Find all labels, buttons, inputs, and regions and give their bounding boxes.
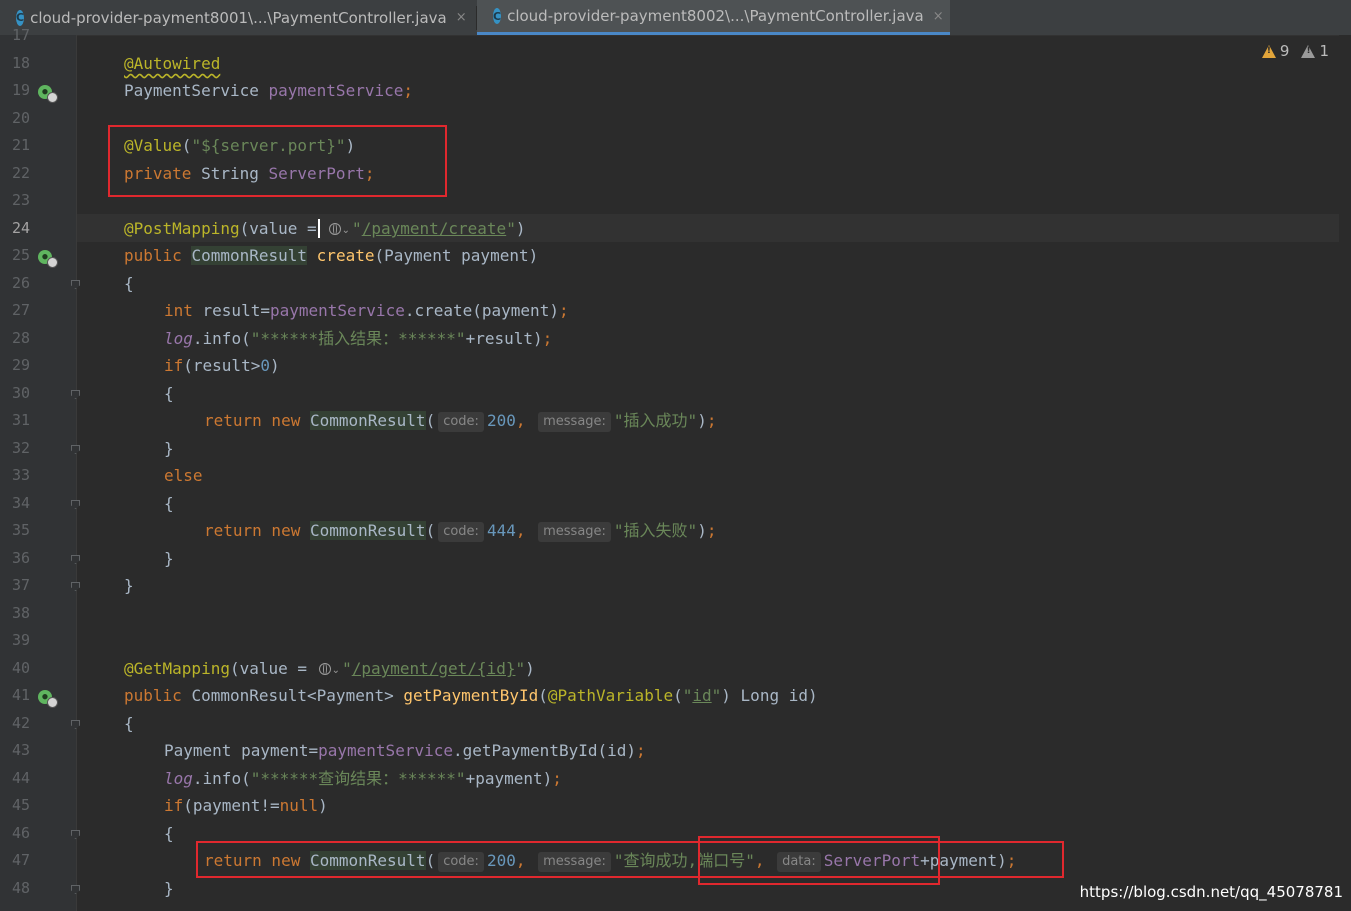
- line-number: 17: [11, 26, 30, 44]
- code-line: PaymentService paymentService;: [124, 81, 413, 100]
- text-caret: [317, 219, 320, 238]
- warning-count: 9: [1279, 42, 1290, 60]
- tab-label: cloud-provider-payment8001\...\PaymentCo…: [30, 8, 447, 27]
- editor-tab-bar: C cloud-provider-payment8001\...\Payment…: [0, 0, 1351, 36]
- spring-bean-icon[interactable]: ●: [38, 85, 58, 103]
- line-number: 48: [11, 879, 30, 897]
- code-line: {: [124, 714, 134, 733]
- vertical-scrollbar[interactable]: [1339, 35, 1351, 911]
- tab-label: cloud-provider-payment8002\...\PaymentCo…: [507, 7, 924, 25]
- line-number: 31: [11, 411, 30, 429]
- code-line: if(result>0): [164, 356, 280, 375]
- code-line: {: [124, 274, 134, 293]
- editor-gutter[interactable]: 17 18 19 20 21 22 23 24 25 26 27 28 29 3…: [0, 26, 80, 911]
- line-number: 18: [11, 54, 30, 72]
- line-number: 19: [11, 81, 30, 99]
- weak-warning-count: 1: [1319, 42, 1329, 60]
- globe-icon[interactable]: [328, 223, 341, 235]
- code-line: int result=paymentService.create(payment…: [164, 301, 569, 320]
- line-number: 23: [11, 191, 30, 209]
- line-number: 24: [11, 219, 30, 237]
- line-number: 37: [11, 576, 30, 594]
- line-number: 38: [11, 604, 30, 622]
- fold-marker[interactable]: [71, 830, 80, 839]
- code-line: {: [164, 494, 174, 513]
- code-line: else: [164, 466, 203, 485]
- line-number: 20: [11, 109, 30, 127]
- tab-payment8001-controller[interactable]: C cloud-provider-payment8001\...\Payment…: [0, 0, 476, 35]
- param-hint: message:: [538, 522, 611, 542]
- fold-marker[interactable]: [71, 555, 80, 564]
- code-line: return new CommonResult(code: 444, messag…: [204, 521, 717, 542]
- inspection-widget[interactable]: 9 1: [1261, 42, 1329, 60]
- line-number: 32: [11, 439, 30, 457]
- line-number: 41: [11, 686, 30, 704]
- code-line: }: [164, 879, 174, 898]
- line-number: 25: [11, 246, 30, 264]
- code-line: log.info("******查询结果：******"+payment);: [164, 769, 562, 788]
- param-hint: code:: [438, 412, 484, 432]
- line-number: 21: [11, 136, 30, 154]
- line-number: 33: [11, 466, 30, 484]
- fold-marker[interactable]: [71, 390, 80, 399]
- request-mapping-icon[interactable]: ●: [38, 250, 58, 268]
- line-number: 43: [11, 741, 30, 759]
- code-line: public CommonResult<Payment> getPaymentB…: [124, 686, 818, 705]
- code-line: @Autowired: [124, 54, 221, 73]
- code-line: return new CommonResult(code: 200, messag…: [204, 411, 717, 432]
- line-number: 30: [11, 384, 30, 402]
- param-hint: code:: [438, 522, 484, 542]
- line-number: 45: [11, 796, 30, 814]
- param-hint: message:: [538, 412, 611, 432]
- line-number: 29: [11, 356, 30, 374]
- weak-warning-icon: [1301, 44, 1316, 58]
- line-number: 44: [11, 769, 30, 787]
- code-line: }: [164, 439, 174, 458]
- line-number: 46: [11, 824, 30, 842]
- fold-marker[interactable]: [71, 885, 80, 894]
- close-icon[interactable]: ×: [933, 9, 944, 24]
- request-mapping-icon[interactable]: ●: [38, 690, 58, 708]
- fold-marker[interactable]: [71, 280, 80, 289]
- line-number: 28: [11, 329, 30, 347]
- line-number: 40: [11, 659, 30, 677]
- code-line: @PostMapping(value = ⌄ "/payment/create"): [124, 215, 525, 242]
- line-number: 34: [11, 494, 30, 512]
- code-line: Payment payment=paymentService.getPaymen…: [164, 741, 646, 760]
- code-line: {: [164, 384, 174, 403]
- line-number: 26: [11, 274, 30, 292]
- line-number: 36: [11, 549, 30, 567]
- line-number: 35: [11, 521, 30, 539]
- watermark: https://blog.csdn.net/qq_45078781: [1079, 883, 1343, 901]
- chevron-down-icon[interactable]: ⌄: [332, 657, 340, 684]
- globe-icon[interactable]: [318, 663, 331, 675]
- line-number: 42: [11, 714, 30, 732]
- fold-marker[interactable]: [71, 500, 80, 509]
- line-number: 27: [11, 301, 30, 319]
- code-line: log.info("******插入结果：******"+result);: [164, 329, 553, 348]
- code-line: }: [164, 549, 174, 568]
- close-icon[interactable]: ×: [456, 10, 467, 25]
- tab-payment8002-controller[interactable]: C cloud-provider-payment8002\...\Payment…: [477, 0, 950, 35]
- line-number: 39: [11, 631, 30, 649]
- code-line: if(payment!=null): [164, 796, 328, 815]
- line-number: 22: [11, 164, 30, 182]
- fold-marker[interactable]: [71, 720, 80, 729]
- code-line: }: [124, 576, 134, 595]
- highlight-box: [108, 125, 447, 197]
- warning-icon: [1261, 44, 1276, 58]
- chevron-down-icon[interactable]: ⌄: [342, 217, 350, 244]
- code-line: @GetMapping(value = ⌄ "/payment/get/{id}"…: [124, 655, 535, 682]
- code-line: public CommonResult create(Payment payme…: [124, 246, 539, 265]
- fold-marker[interactable]: [71, 582, 80, 591]
- code-line: {: [164, 824, 174, 843]
- highlight-box: [698, 836, 940, 885]
- fold-marker[interactable]: [71, 445, 80, 454]
- java-class-icon: C: [493, 8, 502, 24]
- line-number: 47: [11, 851, 30, 869]
